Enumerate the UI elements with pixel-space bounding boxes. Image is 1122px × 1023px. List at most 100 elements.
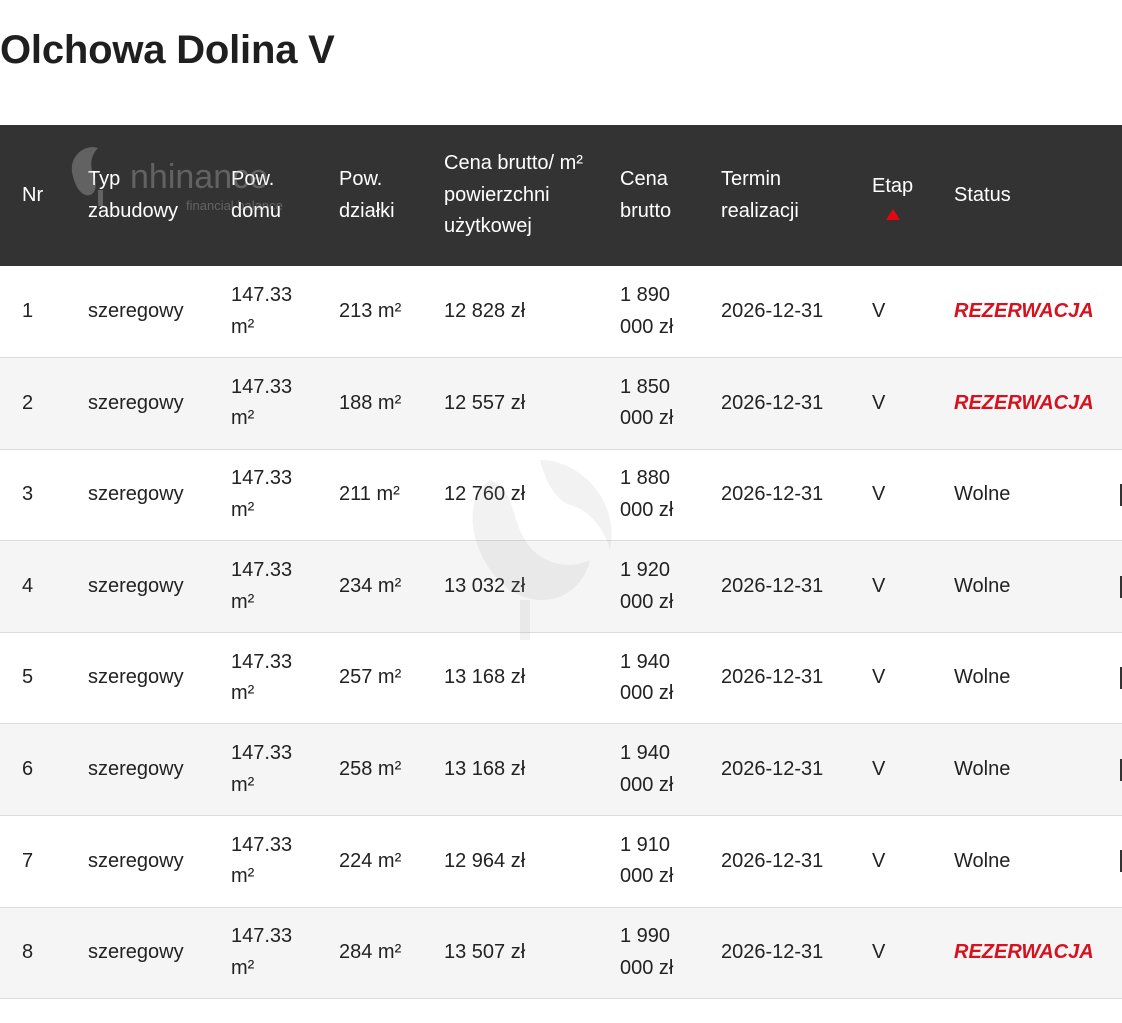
- table-row[interactable]: 8 szeregowy 147.33 m² 284 m² 13 507 zł 1 990 …: [0, 907, 1122, 999]
- cell-typ: szeregowy: [88, 299, 184, 322]
- table-header: Nr Typ zabudowy Pow. domu Pow. działki C…: [0, 125, 1122, 266]
- listing-table-wrapper: Nr Typ zabudowy Pow. domu Pow. działki C…: [0, 125, 1122, 999]
- cell-typ: szeregowy: [88, 574, 184, 597]
- cell-typ: szeregowy: [88, 849, 184, 872]
- column-header-cena-brutto[interactable]: Cena brutto: [598, 125, 699, 266]
- cell-etap: V: [872, 391, 886, 414]
- cell-etap: V: [872, 483, 886, 506]
- cell-cena-m2: 12 557 zł: [444, 391, 526, 414]
- cell-nr: 8: [22, 941, 34, 964]
- page: Olchowa Dolina V Nr Typ zabudowy Pow. do…: [0, 0, 1122, 1023]
- column-header-termin[interactable]: Termin realizacji: [699, 125, 850, 266]
- cell-etap: V: [872, 941, 886, 964]
- sort-ascending-icon: [886, 208, 900, 220]
- cell-pow-dzialki: 258 m²: [339, 758, 402, 781]
- cell-pow-dzialki: 234 m²: [339, 574, 402, 597]
- cell-pow-dzialki: 188 m²: [339, 391, 402, 414]
- cell-status: Wolne: [954, 849, 1011, 872]
- column-header-nr[interactable]: Nr: [0, 125, 66, 266]
- cell-typ: szeregowy: [88, 941, 184, 964]
- cell-etap: V: [872, 299, 886, 322]
- cell-cena-m2: 12 964 zł: [444, 849, 526, 872]
- cell-pow-domu: 147.33 m²: [231, 650, 293, 705]
- column-header-label: Pow. domu: [231, 168, 282, 222]
- column-header-status[interactable]: Status: [932, 125, 1122, 266]
- cell-typ: szeregowy: [88, 483, 184, 506]
- table-row[interactable]: 6 szeregowy 147.33 m² 258 m² 13 168 zł 1 940 …: [0, 723, 1122, 816]
- column-header-pow-dzialki[interactable]: Pow. działki: [317, 125, 422, 266]
- cell-etap: V: [872, 849, 886, 872]
- column-header-label: Etap: [872, 175, 914, 198]
- cell-cena-brutto: 1 990 000 zł: [620, 925, 674, 979]
- cell-status: Wolne: [954, 574, 1011, 597]
- cell-cena-m2: 13 168 zł: [444, 758, 526, 781]
- cell-typ: szeregowy: [88, 758, 184, 781]
- cell-cena-brutto: 1 890 000 zł: [620, 284, 674, 338]
- cell-cena-brutto: 1 940 000 zł: [620, 742, 674, 796]
- cell-pow-dzialki: 284 m²: [339, 941, 402, 964]
- cell-pow-dzialki: 213 m²: [339, 299, 402, 322]
- cell-cena-brutto: 1 910 000 zł: [620, 833, 674, 888]
- column-header-cena-m2[interactable]: Cena brutto/ m² powierzchni użytkowej: [422, 125, 598, 266]
- column-header-pow-domu[interactable]: Pow. domu: [209, 125, 317, 266]
- cell-pow-dzialki: 211 m²: [339, 483, 400, 506]
- cell-pow-domu: 147.33 m²: [231, 742, 293, 796]
- cell-termin: 2026-12-31: [721, 758, 824, 781]
- table-row[interactable]: 7 szeregowy 147.33 m² 224 m² 12 964 zł 1 910 …: [0, 815, 1122, 908]
- cell-cena-m2: 12 760 zł: [444, 483, 526, 506]
- cell-pow-domu: 147.33 m²: [231, 375, 293, 430]
- cell-typ: szeregowy: [88, 666, 184, 689]
- table-row[interactable]: 2 szeregowy 147.33 m² 188 m² 12 557 zł 1 850 …: [0, 357, 1122, 450]
- cell-pow-dzialki: 224 m²: [339, 849, 402, 872]
- table-body: 1 szeregowy 147.33 m² 213 m² 12 828 zł 1 890 …: [0, 266, 1122, 999]
- column-header-label: Termin realizacji: [721, 168, 799, 222]
- cell-status: REZERWACJA: [954, 299, 1094, 322]
- table-row[interactable]: 4 szeregowy 147.33 m² 234 m² 13 032 zł 1 920 …: [0, 540, 1122, 633]
- cell-typ: szeregowy: [88, 391, 184, 414]
- cell-cena-brutto: 1 940 000 zł: [620, 650, 674, 705]
- cell-etap: V: [872, 666, 886, 689]
- cell-pow-domu: 147.33 m²: [231, 925, 293, 979]
- cell-nr: 5: [22, 666, 34, 689]
- column-header-label: Cena brutto/ m² powierzchni użytkowej: [444, 152, 583, 238]
- cell-termin: 2026-12-31: [721, 574, 824, 597]
- cell-pow-dzialki: 257 m²: [339, 666, 402, 689]
- cell-status: Wolne: [954, 758, 1011, 781]
- cell-nr: 4: [22, 574, 34, 597]
- cell-termin: 2026-12-31: [721, 483, 824, 506]
- cell-pow-domu: 147.33 m²: [231, 467, 293, 521]
- column-header-etap[interactable]: Etap: [850, 125, 932, 266]
- column-header-label: Cena brutto: [620, 168, 672, 222]
- cell-nr: 7: [22, 849, 34, 872]
- cell-cena-brutto: 1 850 000 zł: [620, 375, 674, 430]
- column-header-label: Typ zabudowy: [88, 168, 179, 222]
- column-header-label: Pow. działki: [339, 168, 395, 222]
- cell-pow-domu: 147.33 m²: [231, 833, 293, 888]
- column-header-typ[interactable]: Typ zabudowy: [66, 125, 209, 266]
- cell-termin: 2026-12-31: [721, 299, 824, 322]
- listing-table: Nr Typ zabudowy Pow. domu Pow. działki C…: [0, 125, 1122, 999]
- cell-cena-m2: 13 507 zł: [444, 941, 526, 964]
- cell-etap: V: [872, 574, 886, 597]
- cell-cena-m2: 12 828 zł: [444, 299, 526, 322]
- cell-termin: 2026-12-31: [721, 391, 824, 414]
- cell-cena-brutto: 1 920 000 zł: [620, 559, 674, 613]
- cell-status: Wolne: [954, 666, 1011, 689]
- cell-nr: 2: [22, 391, 34, 414]
- cell-nr: 6: [22, 758, 34, 781]
- cell-pow-domu: 147.33 m²: [231, 559, 293, 613]
- cell-termin: 2026-12-31: [721, 666, 824, 689]
- cell-nr: 3: [22, 483, 34, 506]
- cell-etap: V: [872, 758, 886, 781]
- cell-termin: 2026-12-31: [721, 941, 824, 964]
- cell-termin: 2026-12-31: [721, 849, 824, 872]
- table-header-row: Nr Typ zabudowy Pow. domu Pow. działki C…: [0, 125, 1122, 266]
- table-row[interactable]: 5 szeregowy 147.33 m² 257 m² 13 168 zł 1 940 …: [0, 632, 1122, 724]
- column-header-label: Nr: [22, 183, 44, 206]
- page-title: Olchowa Dolina V: [0, 28, 335, 72]
- table-row[interactable]: 1 szeregowy 147.33 m² 213 m² 12 828 zł 1 890 …: [0, 266, 1122, 358]
- cell-cena-brutto: 1 880 000 zł: [620, 467, 674, 521]
- table-row[interactable]: 3 szeregowy 147.33 m² 211 m² 12 760 zł 1 880 …: [0, 449, 1122, 541]
- cell-status: Wolne: [954, 483, 1011, 506]
- column-header-label: Status: [954, 183, 1011, 206]
